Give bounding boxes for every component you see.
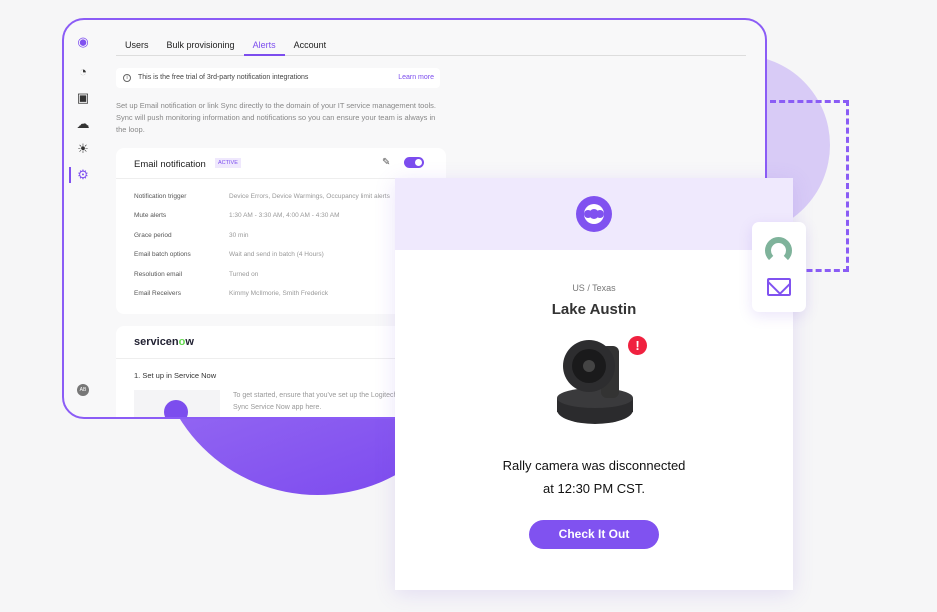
alert-screen-icon[interactable]: ▣ bbox=[75, 90, 91, 106]
check-it-out-button[interactable]: Check It Out bbox=[529, 520, 659, 549]
row-value: Device Errors, Device Warmings, Occupanc… bbox=[229, 193, 390, 200]
email-toggle[interactable] bbox=[404, 157, 424, 168]
camera-image bbox=[557, 340, 633, 424]
tab-alerts[interactable]: Alerts bbox=[243, 36, 285, 56]
row-value: Turned on bbox=[229, 271, 259, 278]
edit-icon[interactable]: ✎ bbox=[382, 157, 390, 168]
site-name: Lake Austin bbox=[551, 301, 637, 318]
banner-text: This is the free trial of 3rd-party noti… bbox=[138, 74, 309, 81]
tab-users[interactable]: Users bbox=[116, 36, 158, 56]
servicenow-logo: servicenow bbox=[134, 336, 194, 348]
settings-icon[interactable]: ⚙ bbox=[69, 167, 95, 183]
tab-account[interactable]: Account bbox=[285, 36, 336, 56]
row-label: Email batch options bbox=[134, 251, 191, 258]
row-label: Resolution email bbox=[134, 271, 183, 278]
info-icon: i bbox=[123, 74, 131, 82]
step-text: To get started, ensure that you've set u… bbox=[233, 392, 398, 411]
card-header bbox=[395, 178, 793, 250]
row-label: Grace period bbox=[134, 232, 172, 239]
error-badge-icon: ! bbox=[628, 336, 647, 355]
user-icon bbox=[765, 237, 792, 264]
tab-bulk-provisioning[interactable]: Bulk provisioning bbox=[158, 36, 244, 56]
status-badge: ACTIVE bbox=[215, 158, 241, 168]
row-value: Wait and send in batch (4 Hours) bbox=[229, 251, 324, 258]
panel-title: Email notification bbox=[134, 159, 206, 170]
sync-logo-icon[interactable]: ◉ bbox=[75, 34, 91, 50]
dashboard-icon[interactable]: ◔ bbox=[75, 64, 91, 80]
video-thumbnail[interactable] bbox=[134, 390, 220, 417]
avatar[interactable]: AB bbox=[77, 384, 89, 396]
row-label: Notification trigger bbox=[134, 193, 187, 200]
sync-logo-icon bbox=[576, 196, 612, 232]
mail-icon bbox=[767, 278, 791, 296]
location: US / Texas bbox=[572, 283, 616, 293]
sidebar: ◉ ◔ ▣ ☁ ☀ ⚙ AB bbox=[64, 20, 102, 417]
row-value: 30 min bbox=[229, 232, 249, 239]
trial-banner: i This is the free trial of 3rd-party no… bbox=[116, 68, 440, 88]
alert-email-card: US / Texas Lake Austin ! Rally camera wa… bbox=[395, 178, 793, 590]
tab-bar: Users Bulk provisioning Alerts Account bbox=[116, 36, 746, 56]
alert-message: Rally camera was disconnected at 12:30 PM… bbox=[502, 458, 686, 496]
cloud-icon[interactable]: ☁ bbox=[75, 116, 91, 132]
learn-more-link[interactable]: Learn more bbox=[398, 68, 434, 88]
row-label: Mute alerts bbox=[134, 212, 167, 219]
step-title: 1. Set up in Service Now bbox=[134, 371, 217, 380]
row-label: Email Receivers bbox=[134, 290, 181, 297]
lightbulb-icon[interactable]: ☀ bbox=[75, 141, 91, 157]
channel-bubble bbox=[752, 222, 806, 312]
row-value: Kimmy McIlmorie, Smith Frederick bbox=[229, 290, 328, 297]
description: Set up Email notification or link Sync d… bbox=[116, 101, 437, 134]
play-icon[interactable] bbox=[164, 400, 188, 417]
row-value: 1:30 AM - 3:30 AM, 4:00 AM - 4:30 AM bbox=[229, 212, 340, 219]
